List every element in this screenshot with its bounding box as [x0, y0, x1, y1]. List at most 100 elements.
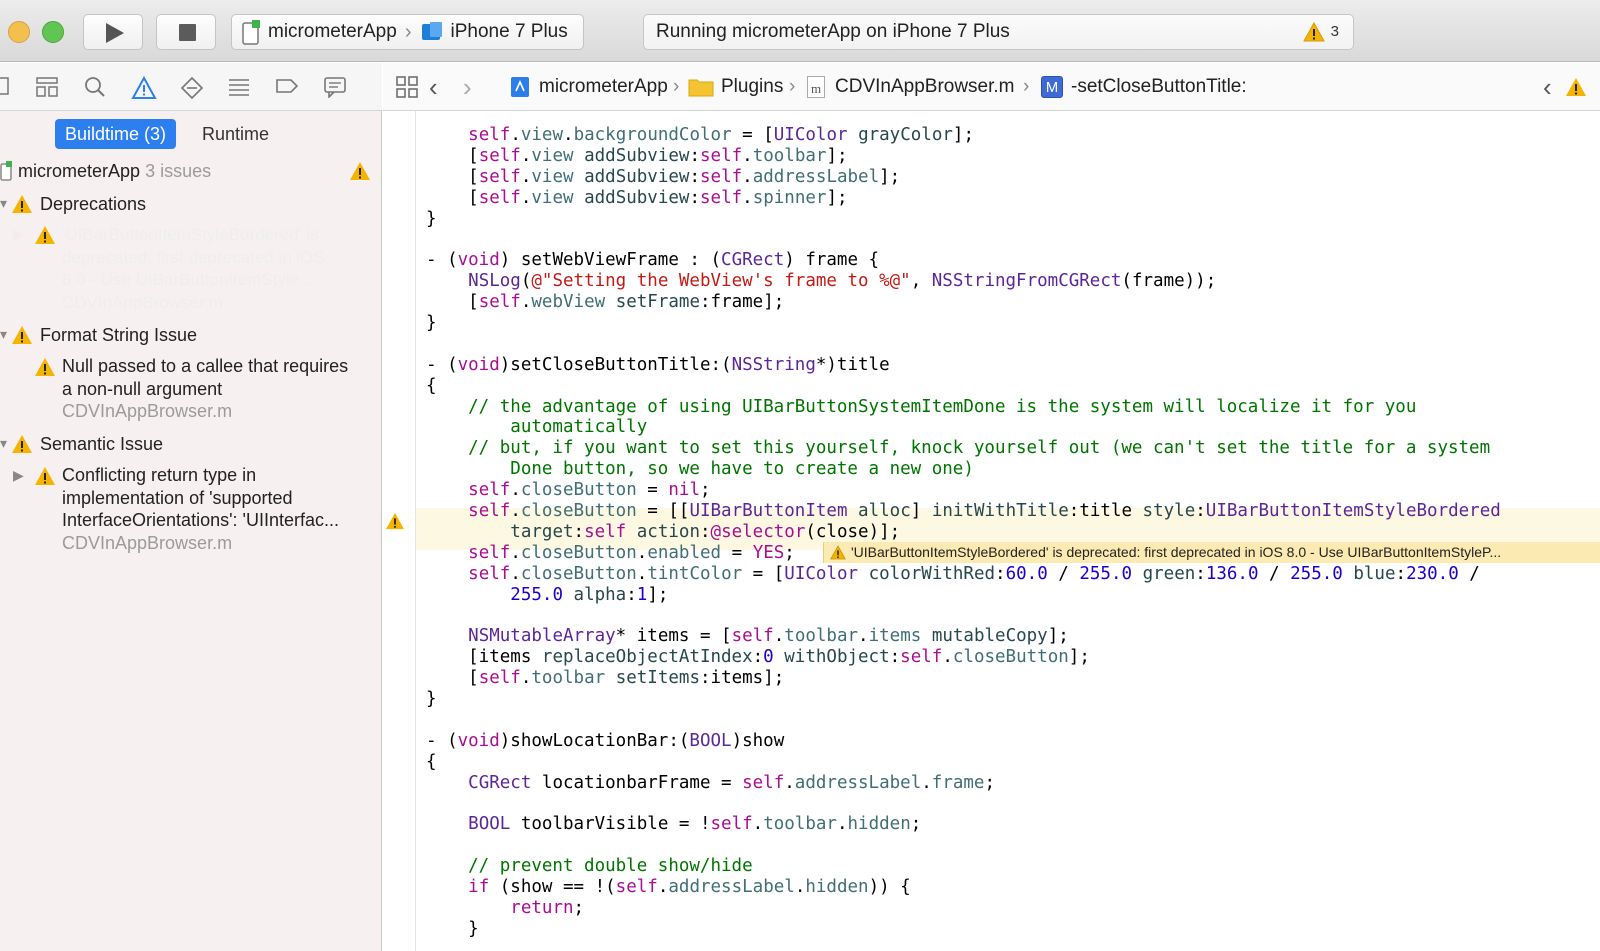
code-line[interactable]: BOOL toolbarVisible = !self.toolbar.hidd…: [426, 814, 1501, 835]
previous-issue-button[interactable]: ‹: [1543, 63, 1552, 111]
code-line[interactable]: {: [426, 752, 1501, 773]
code-line[interactable]: self.closeButton = nil;: [426, 480, 1501, 501]
tab-buildtime[interactable]: Buildtime (3): [55, 119, 177, 149]
code-line[interactable]: target:self action:@selector(close)];: [426, 522, 1501, 543]
code-line[interactable]: - (void)setCloseButtonTitle:(NSString*)t…: [426, 355, 1501, 376]
forward-button[interactable]: ›: [463, 63, 472, 111]
code-line[interactable]: CGRect locationbarFrame = self.addressLa…: [426, 773, 1501, 794]
code-line[interactable]: if (show == !(self.addressLabel.hidden))…: [426, 877, 1501, 898]
issue-group-semantic[interactable]: ▾ Semantic Issue: [0, 431, 382, 457]
minimize-window-button[interactable]: [8, 21, 30, 43]
code-line[interactable]: [426, 835, 1501, 856]
jumpbar-group[interactable]: Plugins: [688, 63, 783, 111]
code-token: 60.0: [1005, 563, 1048, 584]
code-line[interactable]: self.closeButton.tintColor = [UIColor co…: [426, 564, 1501, 585]
code-line[interactable]: NSMutableArray* items = [self.toolbar.it…: [426, 626, 1501, 647]
code-token: ]: [910, 501, 932, 522]
symbol-navigator-icon[interactable]: [35, 76, 59, 98]
related-items-icon[interactable]: [396, 76, 418, 98]
code-token: return: [510, 897, 574, 918]
source-editor[interactable]: self.view.backgroundColor = [UIColor gra…: [383, 111, 1600, 951]
code-token: self: [478, 145, 521, 166]
issue-navigator-icon[interactable]: [131, 76, 157, 100]
scheme-selector[interactable]: micrometerApp › iPhone 7 Plus: [231, 14, 584, 50]
code-line[interactable]: automatically: [426, 417, 1501, 438]
disclosure-open-icon[interactable]: ▾: [0, 326, 7, 343]
test-navigator-icon[interactable]: [180, 76, 204, 100]
disclosure-closed-icon[interactable]: ▶: [13, 467, 24, 484]
run-button[interactable]: [83, 14, 143, 50]
code-text[interactable]: self.view.backgroundColor = [UIColor gra…: [426, 125, 1501, 940]
code-token: ;: [573, 897, 585, 918]
code-line[interactable]: return;: [426, 898, 1501, 919]
code-line[interactable]: // prevent double show/hide: [426, 856, 1501, 877]
search-icon[interactable]: [84, 76, 106, 98]
code-line[interactable]: [self.view addSubview:self.toolbar];: [426, 146, 1501, 167]
code-line[interactable]: Done button, so we have to create a new …: [426, 459, 1501, 480]
code-line[interactable]: [self.webView setFrame:frame];: [426, 292, 1501, 313]
code-line[interactable]: [self.toolbar setItems:items];: [426, 668, 1501, 689]
disclosure-open-icon[interactable]: ▾: [0, 195, 7, 212]
code-line[interactable]: [self.view addSubview:self.addressLabel]…: [426, 167, 1501, 188]
issue-item[interactable]: Null passed to a callee that requires a …: [0, 354, 382, 424]
project-row[interactable]: micrometerApp 3 issues: [0, 158, 382, 186]
code-line[interactable]: - (void) setWebViewFrame : (CGRect) fram…: [426, 250, 1501, 271]
issue-group-format-string[interactable]: ▾ Format String Issue: [0, 322, 382, 348]
code-line[interactable]: }: [426, 689, 1501, 710]
report-navigator-icon[interactable]: [323, 76, 347, 98]
code-line[interactable]: [self.view addSubview:self.spinner];: [426, 188, 1501, 209]
code-line[interactable]: self.closeButton = [[UIBarButtonItem all…: [426, 501, 1501, 522]
code-line[interactable]: self.view.backgroundColor = [UIColor gra…: [426, 125, 1501, 146]
code-line[interactable]: }: [426, 209, 1501, 230]
code-line[interactable]: 255.0 alpha:1];: [426, 585, 1501, 606]
issue-text-line: deprecated: first deprecated in iOS: [62, 247, 325, 267]
code-token: 136.0: [1205, 563, 1259, 584]
code-token: view: [520, 125, 564, 145]
warning-icon[interactable]: [1565, 77, 1587, 97]
issue-item[interactable]: ▶ 'UIBarButtonItemStyleBordered' is depr…: [0, 222, 382, 314]
code-token: webView: [531, 292, 606, 313]
jumpbar-file[interactable]: m CDVInAppBrowser.m: [807, 63, 1015, 111]
code-line[interactable]: - (void)showLocationBar:(BOOL)show: [426, 731, 1501, 752]
code-token: @selector: [710, 521, 806, 542]
disclosure-closed-icon[interactable]: ▶: [13, 226, 24, 243]
breakpoint-navigator-icon[interactable]: [275, 76, 299, 96]
issue-scope-bar: Buildtime (3) Runtime: [0, 111, 382, 151]
code-line[interactable]: }: [426, 919, 1501, 940]
project-navigator-icon[interactable]: [0, 76, 12, 96]
disclosure-open-icon[interactable]: ▾: [0, 435, 7, 452]
code-line[interactable]: // but, if you want to set this yourself…: [426, 438, 1501, 459]
code-line[interactable]: // the advantage of using UIBarButtonSys…: [426, 397, 1501, 418]
code-token: // but, if you want to set this yourself…: [426, 438, 1491, 459]
code-line[interactable]: [426, 334, 1501, 355]
tab-runtime[interactable]: Runtime: [202, 119, 269, 149]
issue-item[interactable]: ▶ Conflicting return type in implementat…: [0, 463, 382, 555]
code-token: = [: [742, 563, 785, 584]
inline-warning-message[interactable]: 'UIBarButtonItemStyleBordered' is deprec…: [823, 542, 1600, 563]
warning-icon[interactable]: [385, 512, 405, 530]
back-button[interactable]: ‹: [429, 63, 438, 111]
line-gutter[interactable]: [383, 111, 416, 951]
code-line[interactable]: }: [426, 313, 1501, 334]
jumpbar-project[interactable]: micrometerApp: [509, 63, 668, 111]
code-token: (: [520, 271, 532, 292]
zoom-window-button[interactable]: [42, 21, 64, 43]
code-line[interactable]: [426, 605, 1501, 626]
code-line[interactable]: [426, 794, 1501, 815]
code-line[interactable]: NSLog(@"Setting the WebView's frame to %…: [426, 271, 1501, 292]
warning-count-badge[interactable]: 3: [1302, 15, 1339, 49]
debug-navigator-icon[interactable]: [227, 76, 251, 98]
code-token: [: [426, 145, 479, 166]
stop-button[interactable]: [156, 14, 216, 50]
code-line[interactable]: [426, 710, 1501, 731]
code-line[interactable]: [426, 229, 1501, 250]
jumpbar-method[interactable]: M -setCloseButtonTitle:: [1041, 63, 1247, 111]
code-line[interactable]: {: [426, 376, 1501, 397]
issue-group-deprecations[interactable]: ▾ Deprecations: [0, 191, 382, 217]
code-token: ];: [647, 584, 669, 605]
warning-icon: [350, 162, 370, 180]
warning-icon: [35, 358, 55, 376]
code-line[interactable]: [items replaceObjectAtIndex:0 withObject…: [426, 647, 1501, 668]
